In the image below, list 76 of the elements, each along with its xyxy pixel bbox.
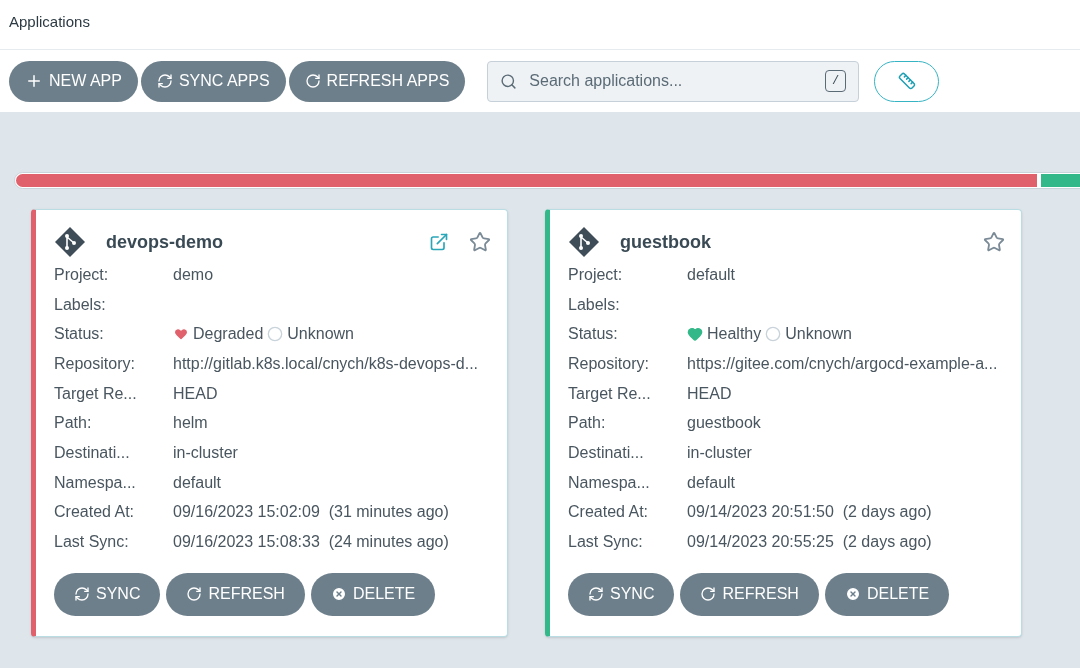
health-status: Healthy [707,324,762,345]
field-label: Repository: [568,353,650,374]
toolbar-button[interactable]: NEW APP [9,60,138,102]
field-value: 09/16/2023 15:02:09 (31 minutes ago) [173,502,449,523]
field-value: http://gitlab.k8s.local/cnych/k8s-devops-d... [173,353,479,374]
page-title: Applications [9,13,90,30]
field-label: Target Re... [54,383,138,404]
refresh-icon [186,586,203,603]
field-value: in-cluster [173,442,238,463]
toolbar-button[interactable]: REFRESH APPS [288,60,466,102]
field-label: Namespa... [568,472,651,493]
plus-icon [25,72,43,90]
field-label: Labels: [568,294,621,315]
field-value: in-cluster [687,442,752,463]
sync-status: Unknown [785,324,852,345]
field-label: Path: [568,413,607,434]
app-name[interactable]: guestbook [620,228,711,256]
action-button[interactable]: SYNC [54,572,161,616]
field-value: default [173,472,222,493]
refresh-icon [700,586,717,603]
sync-icon [156,73,173,89]
field-value: helm [173,413,208,434]
field-value: default [687,264,736,285]
search-field[interactable]: Search applications... / [487,60,860,102]
external-link-icon[interactable] [429,232,449,252]
action-button[interactable]: DELETE [824,572,950,616]
field-label: Repository: [54,353,136,374]
delete-icon [330,586,347,603]
field-value: 09/16/2023 15:08:33 (24 minutes ago) [173,532,449,553]
action-button[interactable]: REFRESH [166,572,305,616]
field-label: Target Re... [568,383,652,404]
field-value: 09/14/2023 20:55:25 (2 days ago) [687,532,932,553]
field-label: Destinati... [54,442,131,463]
health-status: Degraded [193,324,264,345]
field-label: Created At: [54,502,136,523]
sync-icon [74,586,90,603]
field-value: HEAD [687,383,732,404]
refresh-icon [304,73,321,89]
field-label: Project: [568,264,624,285]
sync-icon [588,586,604,603]
field-value: default [687,472,736,493]
field-label: Project: [54,264,110,285]
search-icon [500,72,518,90]
field-label: Status: [568,324,619,345]
circle-icon [267,326,284,343]
field-value: demo [173,264,214,285]
action-button[interactable]: REFRESH [680,572,819,616]
field-label: Destinati... [568,442,645,463]
field-label: Created At: [568,502,650,523]
app-card[interactable] [545,209,1022,637]
field-label: Status: [54,324,105,345]
shortcut-key: / [825,70,847,92]
circle-icon [765,326,782,343]
toolbar-button[interactable]: SYNC APPS [140,60,286,102]
git-logo-icon [54,226,86,258]
delete-icon [844,586,861,603]
field-label: Last Sync: [54,532,130,553]
ruler-icon [897,72,916,90]
ruler-button[interactable] [874,60,940,102]
search-input[interactable]: Search applications... [529,69,814,93]
sync-status: Unknown [287,324,354,345]
field-label: Labels: [54,294,107,315]
action-button[interactable]: DELETE [310,572,436,616]
git-logo-icon [568,226,600,258]
field-label: Last Sync: [568,532,644,553]
app-card[interactable] [31,209,508,637]
app-name[interactable]: devops-demo [106,228,224,256]
action-button[interactable]: SYNC [568,572,675,616]
star-icon[interactable] [983,231,1005,253]
field-value: guestbook [687,413,761,434]
field-label: Namespa... [54,472,137,493]
field-value: 09/14/2023 20:51:50 (2 days ago) [687,502,932,523]
field-value: https://gitee.com/cnych/argocd-example-a... [687,353,998,374]
field-value: HEAD [173,383,218,404]
star-icon[interactable] [469,231,491,253]
field-label: Path: [54,413,93,434]
